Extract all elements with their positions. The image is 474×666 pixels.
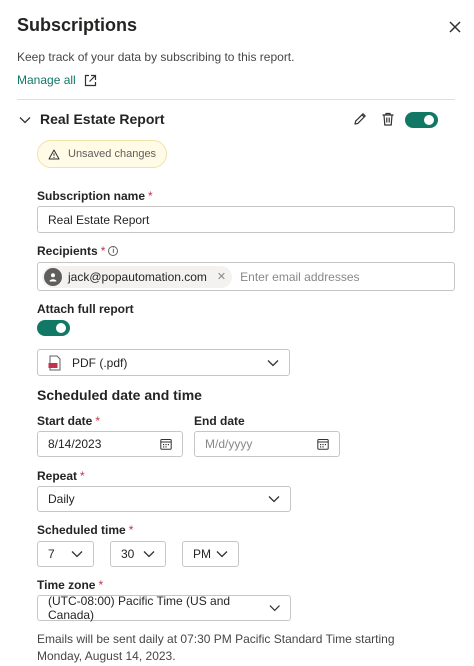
format-dropdown[interactable]: PDF (.pdf) bbox=[37, 349, 290, 376]
info-icon[interactable]: i bbox=[108, 246, 119, 256]
badge-label: Unsaved changes bbox=[68, 148, 157, 160]
subscription-name-label: Subscription name * bbox=[37, 189, 153, 203]
chevron-down-icon[interactable] bbox=[18, 113, 32, 127]
chevron-down-icon bbox=[143, 551, 155, 558]
minute-value: 30 bbox=[121, 547, 135, 561]
subscription-enabled-toggle[interactable] bbox=[405, 112, 438, 128]
end-date-placeholder: M/d/yyyy bbox=[205, 437, 253, 451]
chevron-down-icon bbox=[267, 359, 279, 366]
warning-icon bbox=[48, 149, 60, 159]
attach-report-toggle[interactable] bbox=[37, 320, 70, 336]
chevron-down-icon bbox=[269, 605, 280, 612]
time-zone-dropdown[interactable]: (UTC-08:00) Pacific Time (US and Canada) bbox=[37, 594, 291, 622]
repeat-value: Daily bbox=[48, 492, 75, 506]
time-zone-label: Time zone * bbox=[37, 578, 104, 592]
repeat-label: Repeat * bbox=[37, 469, 85, 483]
scheduled-time-label: Scheduled time * bbox=[37, 523, 134, 537]
subscription-title: Real Estate Report bbox=[40, 111, 165, 127]
recipients-placeholder: Enter email addresses bbox=[240, 269, 360, 284]
panel-description: Keep track of your data by subscribing t… bbox=[17, 50, 295, 64]
recipients-label: Recipients * i bbox=[37, 244, 119, 258]
recipients-input[interactable]: jack@popautomation.com ✕ Enter email add… bbox=[37, 262, 455, 291]
person-icon bbox=[49, 272, 57, 281]
recipient-chip[interactable]: jack@popautomation.com ✕ bbox=[42, 265, 233, 288]
repeat-dropdown[interactable]: Daily bbox=[37, 486, 291, 512]
start-date-value: 8/14/2023 bbox=[48, 437, 102, 451]
start-date-label: Start date * bbox=[37, 414, 101, 428]
manage-all-label: Manage all bbox=[17, 73, 76, 87]
calendar-icon[interactable] bbox=[317, 438, 329, 450]
avatar bbox=[44, 267, 62, 286]
divider bbox=[17, 99, 455, 100]
chevron-down-icon bbox=[216, 551, 228, 558]
status-badge: Unsaved changes bbox=[37, 140, 168, 168]
toggle-knob bbox=[424, 115, 434, 125]
pencil-icon[interactable] bbox=[352, 111, 368, 127]
recipient-email: jack@popautomation.com bbox=[68, 269, 207, 284]
end-date-label: End date bbox=[194, 414, 245, 428]
hour-dropdown[interactable]: 7 bbox=[37, 541, 94, 567]
end-date-input[interactable]: M/d/yyyy bbox=[194, 431, 340, 457]
pdf-file-icon bbox=[48, 355, 61, 370]
format-value: PDF (.pdf) bbox=[72, 355, 128, 370]
minute-dropdown[interactable]: 30 bbox=[110, 541, 166, 567]
open-external-icon bbox=[84, 74, 96, 86]
hour-value: 7 bbox=[48, 547, 55, 561]
trash-icon[interactable] bbox=[380, 111, 396, 127]
time-zone-value: (UTC-08:00) Pacific Time (US and Canada) bbox=[48, 594, 231, 622]
ampm-dropdown[interactable]: PM bbox=[182, 541, 239, 567]
ampm-value: PM bbox=[193, 547, 211, 561]
chevron-down-icon bbox=[71, 551, 83, 558]
panel-title: Subscriptions bbox=[17, 15, 138, 35]
subscription-name-input[interactable]: Real Estate Report bbox=[37, 206, 455, 233]
chevron-down-icon bbox=[268, 496, 280, 503]
start-date-input[interactable]: 8/14/2023 bbox=[37, 431, 183, 457]
manage-all-link[interactable]: Manage all bbox=[17, 73, 97, 87]
close-icon[interactable] bbox=[446, 18, 464, 36]
toggle-knob bbox=[56, 323, 66, 333]
schedule-heading: Scheduled date and time bbox=[37, 387, 202, 403]
remove-recipient-icon[interactable]: ✕ bbox=[217, 270, 226, 283]
schedule-summary: Emails will be sent daily at 07:30 PM Pa… bbox=[37, 632, 395, 663]
calendar-icon[interactable] bbox=[160, 438, 172, 450]
attach-report-label: Attach full report bbox=[37, 302, 134, 316]
